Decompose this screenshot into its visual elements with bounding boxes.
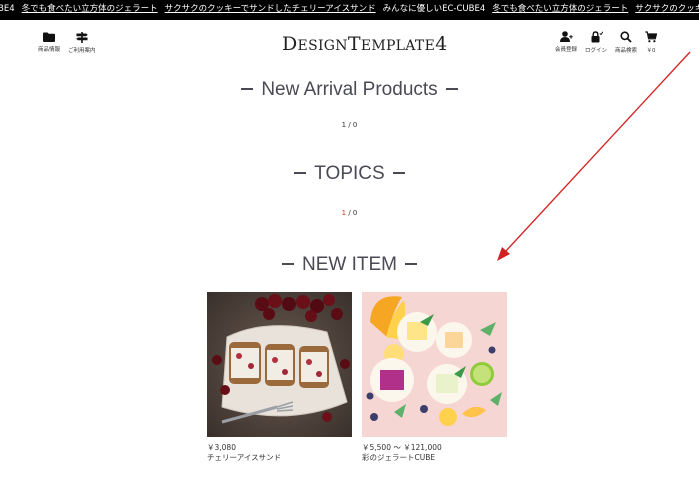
news-ticker: BE4 冬でも食べたい立方体のジェラート サクサクのクッキーでサンドしたチェリーアイ… <box>0 0 699 20</box>
ticker-link[interactable]: サクサクのクッキーでサンドしたチェリーアイスサ <box>635 4 699 14</box>
gelato-cube-image <box>362 292 507 437</box>
logo-part: D <box>282 33 298 55</box>
new-arrival-heading: New Arrival Products <box>0 79 699 101</box>
product-name[interactable]: 彩のジェラートCUBE <box>362 453 507 463</box>
pager-total: / 0 <box>346 121 358 129</box>
dash-right <box>405 263 417 265</box>
folder-icon <box>43 32 55 42</box>
product-info-link[interactable]: 商品情報 <box>38 32 60 54</box>
logo-part: T <box>347 33 361 55</box>
site-header: 商品情報 ご利用案内 DESIGNTEMPLATE4 会員登録 ログイン 商品検… <box>0 20 699 70</box>
topics-heading: TOPICS <box>0 163 699 185</box>
guide-link[interactable]: ご利用案内 <box>68 32 96 54</box>
topics-pager: 1 / 0 <box>0 209 699 217</box>
register-label: 会員登録 <box>555 47 578 53</box>
search-icon <box>620 31 632 43</box>
logo-part: ESIGN <box>297 38 348 54</box>
product-card-gelato-cube[interactable]: ￥5,500 ～ ￥121,000 彩のジェラートCUBE <box>362 292 507 463</box>
cart-link[interactable]: ￥0 <box>645 31 658 54</box>
dash-left <box>294 172 307 174</box>
search-link[interactable]: 商品検索 <box>615 31 637 54</box>
product-image[interactable] <box>207 292 352 437</box>
cart-total-label: ￥0 <box>646 48 656 54</box>
ticker-link[interactable]: 冬でも食べたい立方体のジェラート <box>22 4 158 14</box>
dash-left <box>282 263 294 265</box>
signpost-icon <box>75 32 88 43</box>
product-image[interactable] <box>362 292 507 437</box>
pager-total: / 0 <box>346 209 358 217</box>
new-arrival-pager: 1 / 0 <box>0 121 699 129</box>
dash-right <box>392 172 405 174</box>
login-link[interactable]: ログイン <box>585 31 607 54</box>
user-add-icon <box>559 31 573 42</box>
product-price: ￥5,500 ～ ￥121,000 <box>362 443 442 452</box>
product-info-label: 商品情報 <box>38 47 61 53</box>
topics-title: TOPICS <box>314 163 385 184</box>
product-card-cherry-ice-sand[interactable]: ￥3,080 チェリーアイスサンド <box>207 292 352 463</box>
new-arrival-title: New Arrival Products <box>261 79 438 100</box>
logo-part: 4 <box>435 33 448 55</box>
product-name[interactable]: チェリーアイスサンド <box>207 453 352 463</box>
product-price: ￥3,080 <box>207 443 236 452</box>
ticker-link[interactable]: 冬でも食べたい立方体のジェラート <box>492 4 628 14</box>
register-link[interactable]: 会員登録 <box>555 31 577 54</box>
header-left-nav: 商品情報 ご利用案内 <box>38 32 96 54</box>
new-item-title: NEW ITEM <box>302 254 397 275</box>
new-item-heading: NEW ITEM <box>0 254 699 276</box>
lock-icon <box>591 31 603 43</box>
ticker-track: BE4 冬でも食べたい立方体のジェラート サクサクのクッキーでサンドしたチェリーアイ… <box>0 3 699 15</box>
site-logo[interactable]: DESIGNTEMPLATE4 <box>282 33 447 55</box>
ticker-link[interactable]: サクサクのクッキーでサンドしたチェリーアイスサンド <box>165 4 376 14</box>
header-right-nav: 会員登録 ログイン 商品検索 ￥0 <box>555 31 658 54</box>
ticker-item: BE4 <box>0 4 15 14</box>
search-label: 商品検索 <box>615 48 638 54</box>
login-label: ログイン <box>585 48 608 54</box>
dash-right <box>445 88 458 90</box>
ticker-item: みんなに優しいEC-CUBE4 <box>382 4 486 14</box>
dash-left <box>241 88 254 90</box>
cherry-sandwich-image <box>207 292 352 437</box>
cart-icon <box>645 31 658 43</box>
logo-part: EMPLATE <box>360 38 436 54</box>
guide-label: ご利用案内 <box>68 48 96 54</box>
